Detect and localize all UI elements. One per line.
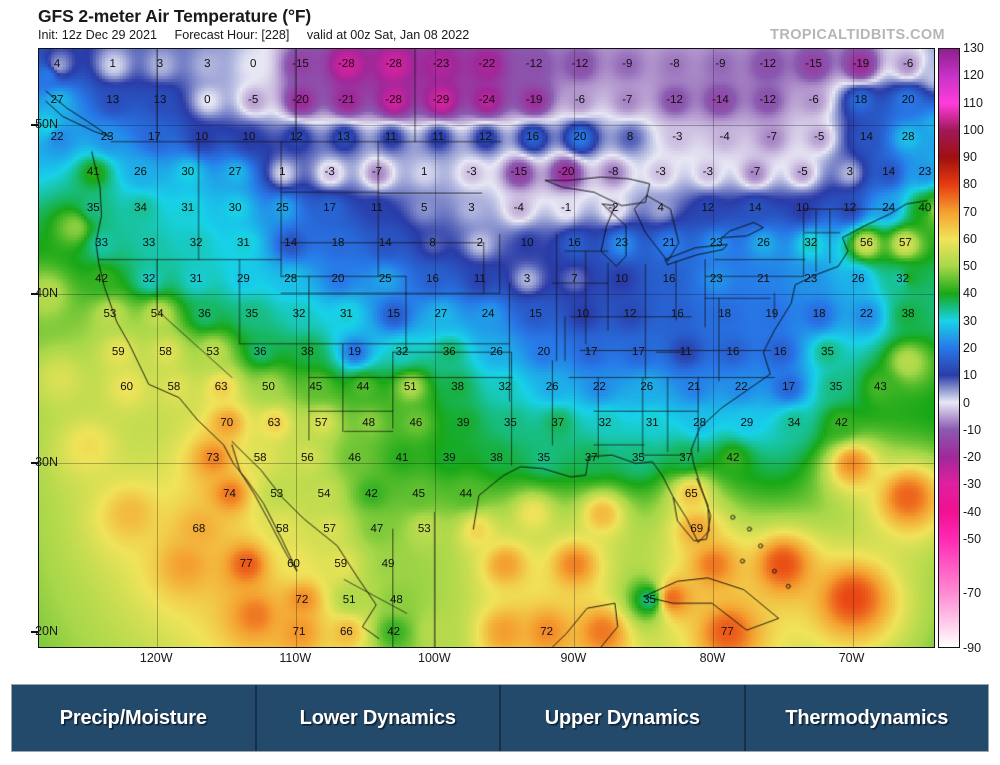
graticule-parallel <box>39 463 934 465</box>
colorbar-tick: 0 <box>963 395 970 410</box>
graticule-meridian <box>296 49 298 647</box>
colorbar-gradient <box>938 48 960 648</box>
colorbar-tick: 60 <box>963 231 977 246</box>
nav-button-label: Lower Dynamics <box>299 706 456 729</box>
colorbar-tick: -40 <box>963 504 982 519</box>
valid-time: valid at 00z Sat, Jan 08 2022 <box>306 28 470 42</box>
nav-button-precip-moisture[interactable]: Precip/Moisture <box>12 685 257 751</box>
colorbar-tick: 70 <box>963 204 977 219</box>
lat-tick-label: 50N <box>35 117 58 132</box>
lat-tick-mark <box>31 124 38 126</box>
colorbar-tick: -10 <box>963 422 982 437</box>
lat-tick-label: 40N <box>35 286 58 301</box>
colorbar-tick: 40 <box>963 286 977 301</box>
lon-tick-label: 120W <box>139 651 173 665</box>
nav-button-upper-dynamics[interactable]: Upper Dynamics <box>501 685 746 751</box>
colorbar-tick: -50 <box>963 531 982 546</box>
page-title: GFS 2-meter Air Temperature (°F) <box>38 6 312 26</box>
lon-tick-label: 90W <box>560 651 587 665</box>
colorbar-tick: -90 <box>963 641 982 655</box>
lat-tick-mark <box>31 293 38 295</box>
colorbar-tick: 120 <box>963 68 984 83</box>
graticule-meridian <box>852 49 854 647</box>
nav-button-lower-dynamics[interactable]: Lower Dynamics <box>256 685 501 751</box>
lat-tick-mark <box>31 462 38 464</box>
lon-tick-label: 70W <box>838 651 865 665</box>
lon-tick-label: 110W <box>279 651 312 665</box>
nav-button-thermodynamics[interactable]: Thermodynamics <box>745 685 988 751</box>
lon-tick-label: 80W <box>699 651 726 665</box>
category-navigation: Precip/Moisture Lower Dynamics Upper Dyn… <box>11 684 989 752</box>
colorbar-tick: 130 <box>963 41 984 55</box>
colorbar-tick: 100 <box>963 122 984 137</box>
colorbar-tick: -20 <box>963 450 982 465</box>
nav-button-label: Thermodynamics <box>785 706 949 729</box>
forecast-hour: Forecast Hour: [228] <box>174 28 290 42</box>
colorbar-tick: 10 <box>963 368 977 383</box>
site-watermark: TROPICALTIDBITS.COM <box>770 27 945 43</box>
colorbar-tick: 20 <box>963 341 977 355</box>
graticule-parallel <box>39 125 934 127</box>
colorbar-tick: 110 <box>963 95 983 110</box>
colorbar-tick: -70 <box>963 586 982 601</box>
weather-map-page: GFS 2-meter Air Temperature (°F) Init: 1… <box>0 0 1000 765</box>
temperature-field <box>39 49 934 647</box>
lat-tick-label: 30N <box>35 455 58 470</box>
graticule-meridian <box>574 49 576 647</box>
graticule-meridian <box>713 49 715 647</box>
colorbar-tick: -30 <box>963 477 982 492</box>
init-time: Init: 12z Dec 29 2021 <box>38 28 158 42</box>
colorbar-tick-labels: 130 120 110 100 90 80 70 60 50 40 30 20 10 0 -10 -20 -30… <box>963 41 1000 655</box>
lat-tick-mark <box>31 631 38 633</box>
temperature-map[interactable]: 4 1 3 3 0 -15 -28 -28 -23 -22 -12 -12 -9 -8 -9 -12 -15 -1… <box>38 48 935 648</box>
colorbar-tick: 30 <box>963 313 977 328</box>
graticule-meridian <box>157 49 159 647</box>
colorbar <box>938 48 960 648</box>
colorbar-tick: 50 <box>963 259 977 274</box>
nav-button-label: Precip/Moisture <box>59 706 207 729</box>
graticule-meridian <box>435 49 437 647</box>
lon-tick-label: 100W <box>418 651 451 665</box>
graticule-parallel <box>39 294 934 296</box>
colorbar-tick: 80 <box>963 177 977 192</box>
nav-button-label: Upper Dynamics <box>544 706 700 729</box>
lat-tick-label: 20N <box>35 624 58 639</box>
forecast-metadata: Init: 12z Dec 29 2021 Forecast Hour: [22… <box>38 28 483 42</box>
colorbar-tick: 90 <box>963 150 977 165</box>
header: GFS 2-meter Air Temperature (°F) Init: 1… <box>0 0 1000 48</box>
